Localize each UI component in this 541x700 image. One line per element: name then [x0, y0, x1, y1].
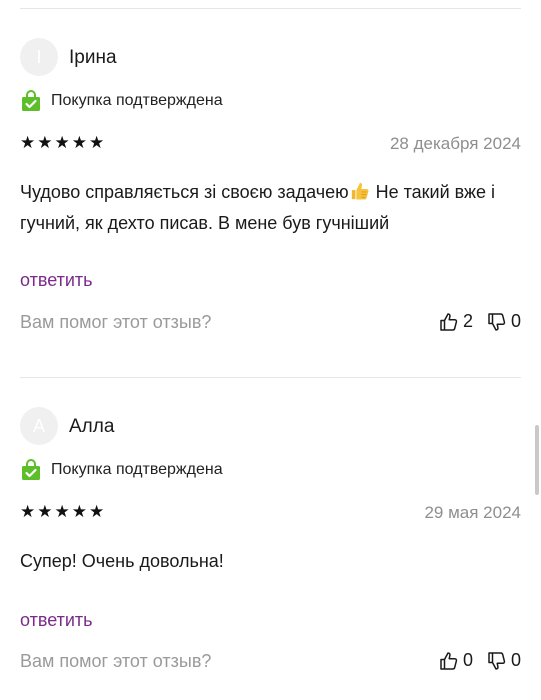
review-divider	[20, 377, 521, 378]
review-date: 28 декабря 2024	[389, 134, 521, 153]
shopping-bag-check-icon	[22, 90, 40, 111]
review-text: Чудово справляється зі своєю задачею Не …	[20, 177, 515, 239]
reply-link[interactable]: ответить	[20, 610, 93, 631]
star-rating: ★★★★★	[20, 502, 107, 521]
dislike-button[interactable]: 0	[487, 650, 521, 671]
avatar: I	[20, 38, 58, 76]
like-button[interactable]: 0	[439, 650, 473, 671]
star-rating: ★★★★★	[20, 133, 107, 152]
verified-purchase-badge: Покупка подтверждена	[20, 90, 223, 112]
vote-controls: 2 0	[439, 311, 521, 332]
thumbs-up-emoji-icon	[351, 182, 369, 200]
shopping-bag-check-icon	[22, 459, 40, 480]
review-date: 29 мая 2024	[424, 503, 521, 522]
scrollbar[interactable]	[535, 425, 539, 495]
like-count: 0	[462, 650, 473, 670]
verified-purchase-label: Покупка подтверждена	[51, 461, 223, 478]
review-author: Ірина	[69, 47, 117, 68]
dislike-count: 0	[510, 311, 521, 331]
review-author: Алла	[69, 416, 115, 437]
thumb-up-icon	[440, 312, 458, 331]
avatar: А	[20, 407, 58, 445]
thumb-up-icon	[440, 651, 458, 670]
dislike-button[interactable]: 0	[487, 311, 521, 332]
review-text-part: Чудово справляється зі своєю задачею	[20, 182, 349, 202]
vote-controls: 0 0	[439, 650, 521, 671]
helpful-question: Вам помог этот отзыв?	[20, 651, 212, 671]
like-button[interactable]: 2	[439, 311, 473, 332]
verified-purchase-label: Покупка подтверждена	[51, 92, 223, 109]
dislike-count: 0	[510, 650, 521, 670]
reply-link[interactable]: ответить	[20, 270, 93, 291]
like-count: 2	[462, 311, 473, 331]
review-text: Супер! Очень довольна!	[20, 551, 224, 571]
review-divider	[20, 8, 521, 9]
thumb-down-icon	[488, 651, 506, 670]
thumb-down-icon	[488, 312, 506, 331]
helpful-question: Вам помог этот отзыв?	[20, 312, 212, 332]
verified-purchase-badge: Покупка подтверждена	[20, 459, 223, 481]
